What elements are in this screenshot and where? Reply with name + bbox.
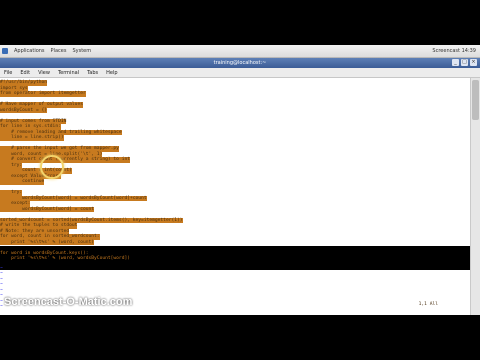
menu-terminal[interactable]: Terminal: [58, 70, 79, 76]
terminal-line: line = line.strip(): [0, 135, 64, 141]
terminal-scrollbar[interactable]: [470, 78, 480, 315]
menu-edit[interactable]: Edit: [20, 70, 30, 76]
terminal-line: from operator import itemgetter: [0, 91, 86, 97]
scrollbar-thumb[interactable]: [472, 80, 479, 120]
watermark: Screencast-O-Matic.com: [4, 296, 133, 308]
window-titlebar[interactable]: training@localhost:~ _ □ ×: [0, 58, 480, 68]
applications-icon[interactable]: [2, 48, 8, 54]
menu-tabs[interactable]: Tabs: [87, 70, 98, 76]
terminal-line: continue: [0, 179, 45, 185]
window-title: training@localhost:~: [213, 60, 267, 66]
panel-menu-system[interactable]: System: [72, 48, 91, 54]
panel-clock[interactable]: Screencast 14:39: [432, 48, 476, 54]
menu-view[interactable]: View: [38, 70, 50, 76]
terminal-line: wordsByCount[word] = count: [0, 206, 95, 212]
maximize-icon[interactable]: □: [461, 59, 468, 66]
desktop-screen: Applications Places System Screencast 14…: [0, 45, 480, 315]
mouse-cursor-highlight: [40, 155, 64, 179]
vim-position-indicator: 1,1 All: [418, 302, 438, 307]
close-icon[interactable]: ×: [470, 59, 477, 66]
terminal-line: wordsByCount = {}: [0, 107, 48, 113]
menu-file[interactable]: File: [4, 70, 12, 76]
panel-menu-applications[interactable]: Applications: [14, 48, 45, 54]
terminal-output[interactable]: #!/usr/bin/python import sys from operator…: [0, 78, 473, 315]
vim-empty-line-marker: ~: [0, 304, 3, 309]
panel-menu-places[interactable]: Places: [51, 48, 67, 54]
terminal-line: print '%s\t%s' % (word, count): [0, 239, 95, 245]
top-panel: Applications Places System Screencast 14…: [0, 45, 480, 58]
terminal-menubar: File Edit View Terminal Tabs Help: [0, 68, 480, 78]
video-frame: Applications Places System Screencast 14…: [0, 0, 480, 360]
menu-help[interactable]: Help: [106, 70, 117, 76]
minimize-icon[interactable]: _: [452, 59, 459, 66]
terminal-line: print '%s\t%s' % (word, wordsByCount[wor…: [0, 256, 130, 261]
